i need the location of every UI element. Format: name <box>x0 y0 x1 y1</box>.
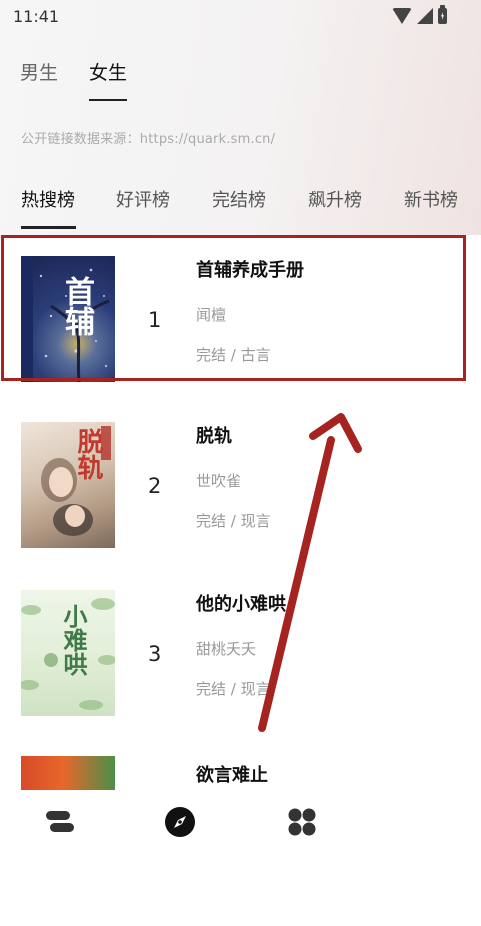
book-title: 脱轨 <box>196 426 232 447</box>
list-item[interactable]: 小难哄 3 他的小难哄 甜桃夭夭 完结 / 现言 <box>0 590 481 760</box>
battery-icon <box>438 5 447 24</box>
status-bar: 11:41 <box>0 0 481 34</box>
status-icons <box>392 5 447 24</box>
signal-icon <box>417 8 433 24</box>
bookshelf-icon[interactable] <box>44 806 76 838</box>
wifi-icon <box>392 8 412 24</box>
book-cover-title: 脱轨 <box>73 428 103 480</box>
highlight-box <box>1 235 466 381</box>
book-title: 欲言难止 <box>196 765 268 786</box>
book-cover[interactable]: 脱轨 <box>21 422 115 548</box>
bottom-nav <box>0 790 481 855</box>
book-cover[interactable] <box>21 756 115 790</box>
compass-icon[interactable] <box>164 806 196 838</box>
book-author: 世吹雀 <box>196 472 242 490</box>
tab-rising[interactable]: 飙升榜 <box>308 186 362 212</box>
list-item[interactable]: 脱轨 2 脱轨 世吹雀 完结 / 现言 <box>0 422 481 592</box>
book-status-genre: 完结 / 现言 <box>196 512 271 530</box>
tab-new-books[interactable]: 新书榜 <box>404 186 458 212</box>
data-source-note: 公开链接数据来源：https://quark.sm.cn/ <box>21 132 276 147</box>
tab-top-rated[interactable]: 好评榜 <box>116 186 170 212</box>
book-cover[interactable]: 小难哄 <box>21 590 115 716</box>
tab-hot-search[interactable]: 热搜榜 <box>21 186 75 212</box>
tab-completed[interactable]: 完结榜 <box>212 186 266 212</box>
book-author: 甜桃夭夭 <box>196 640 257 658</box>
tab-male[interactable]: 男生 <box>20 58 58 85</box>
tab-female[interactable]: 女生 <box>89 58 127 85</box>
rank-tab-indicator <box>21 226 76 229</box>
rank-number: 3 <box>148 642 162 666</box>
book-status-genre: 完结 / 现言 <box>196 680 271 698</box>
book-title: 他的小难哄 <box>196 594 286 615</box>
grid-icon[interactable] <box>286 806 318 838</box>
gender-tab-indicator <box>89 99 127 101</box>
book-cover-title: 小难哄 <box>59 604 88 676</box>
status-time: 11:41 <box>13 7 60 26</box>
rank-number: 2 <box>148 474 162 498</box>
